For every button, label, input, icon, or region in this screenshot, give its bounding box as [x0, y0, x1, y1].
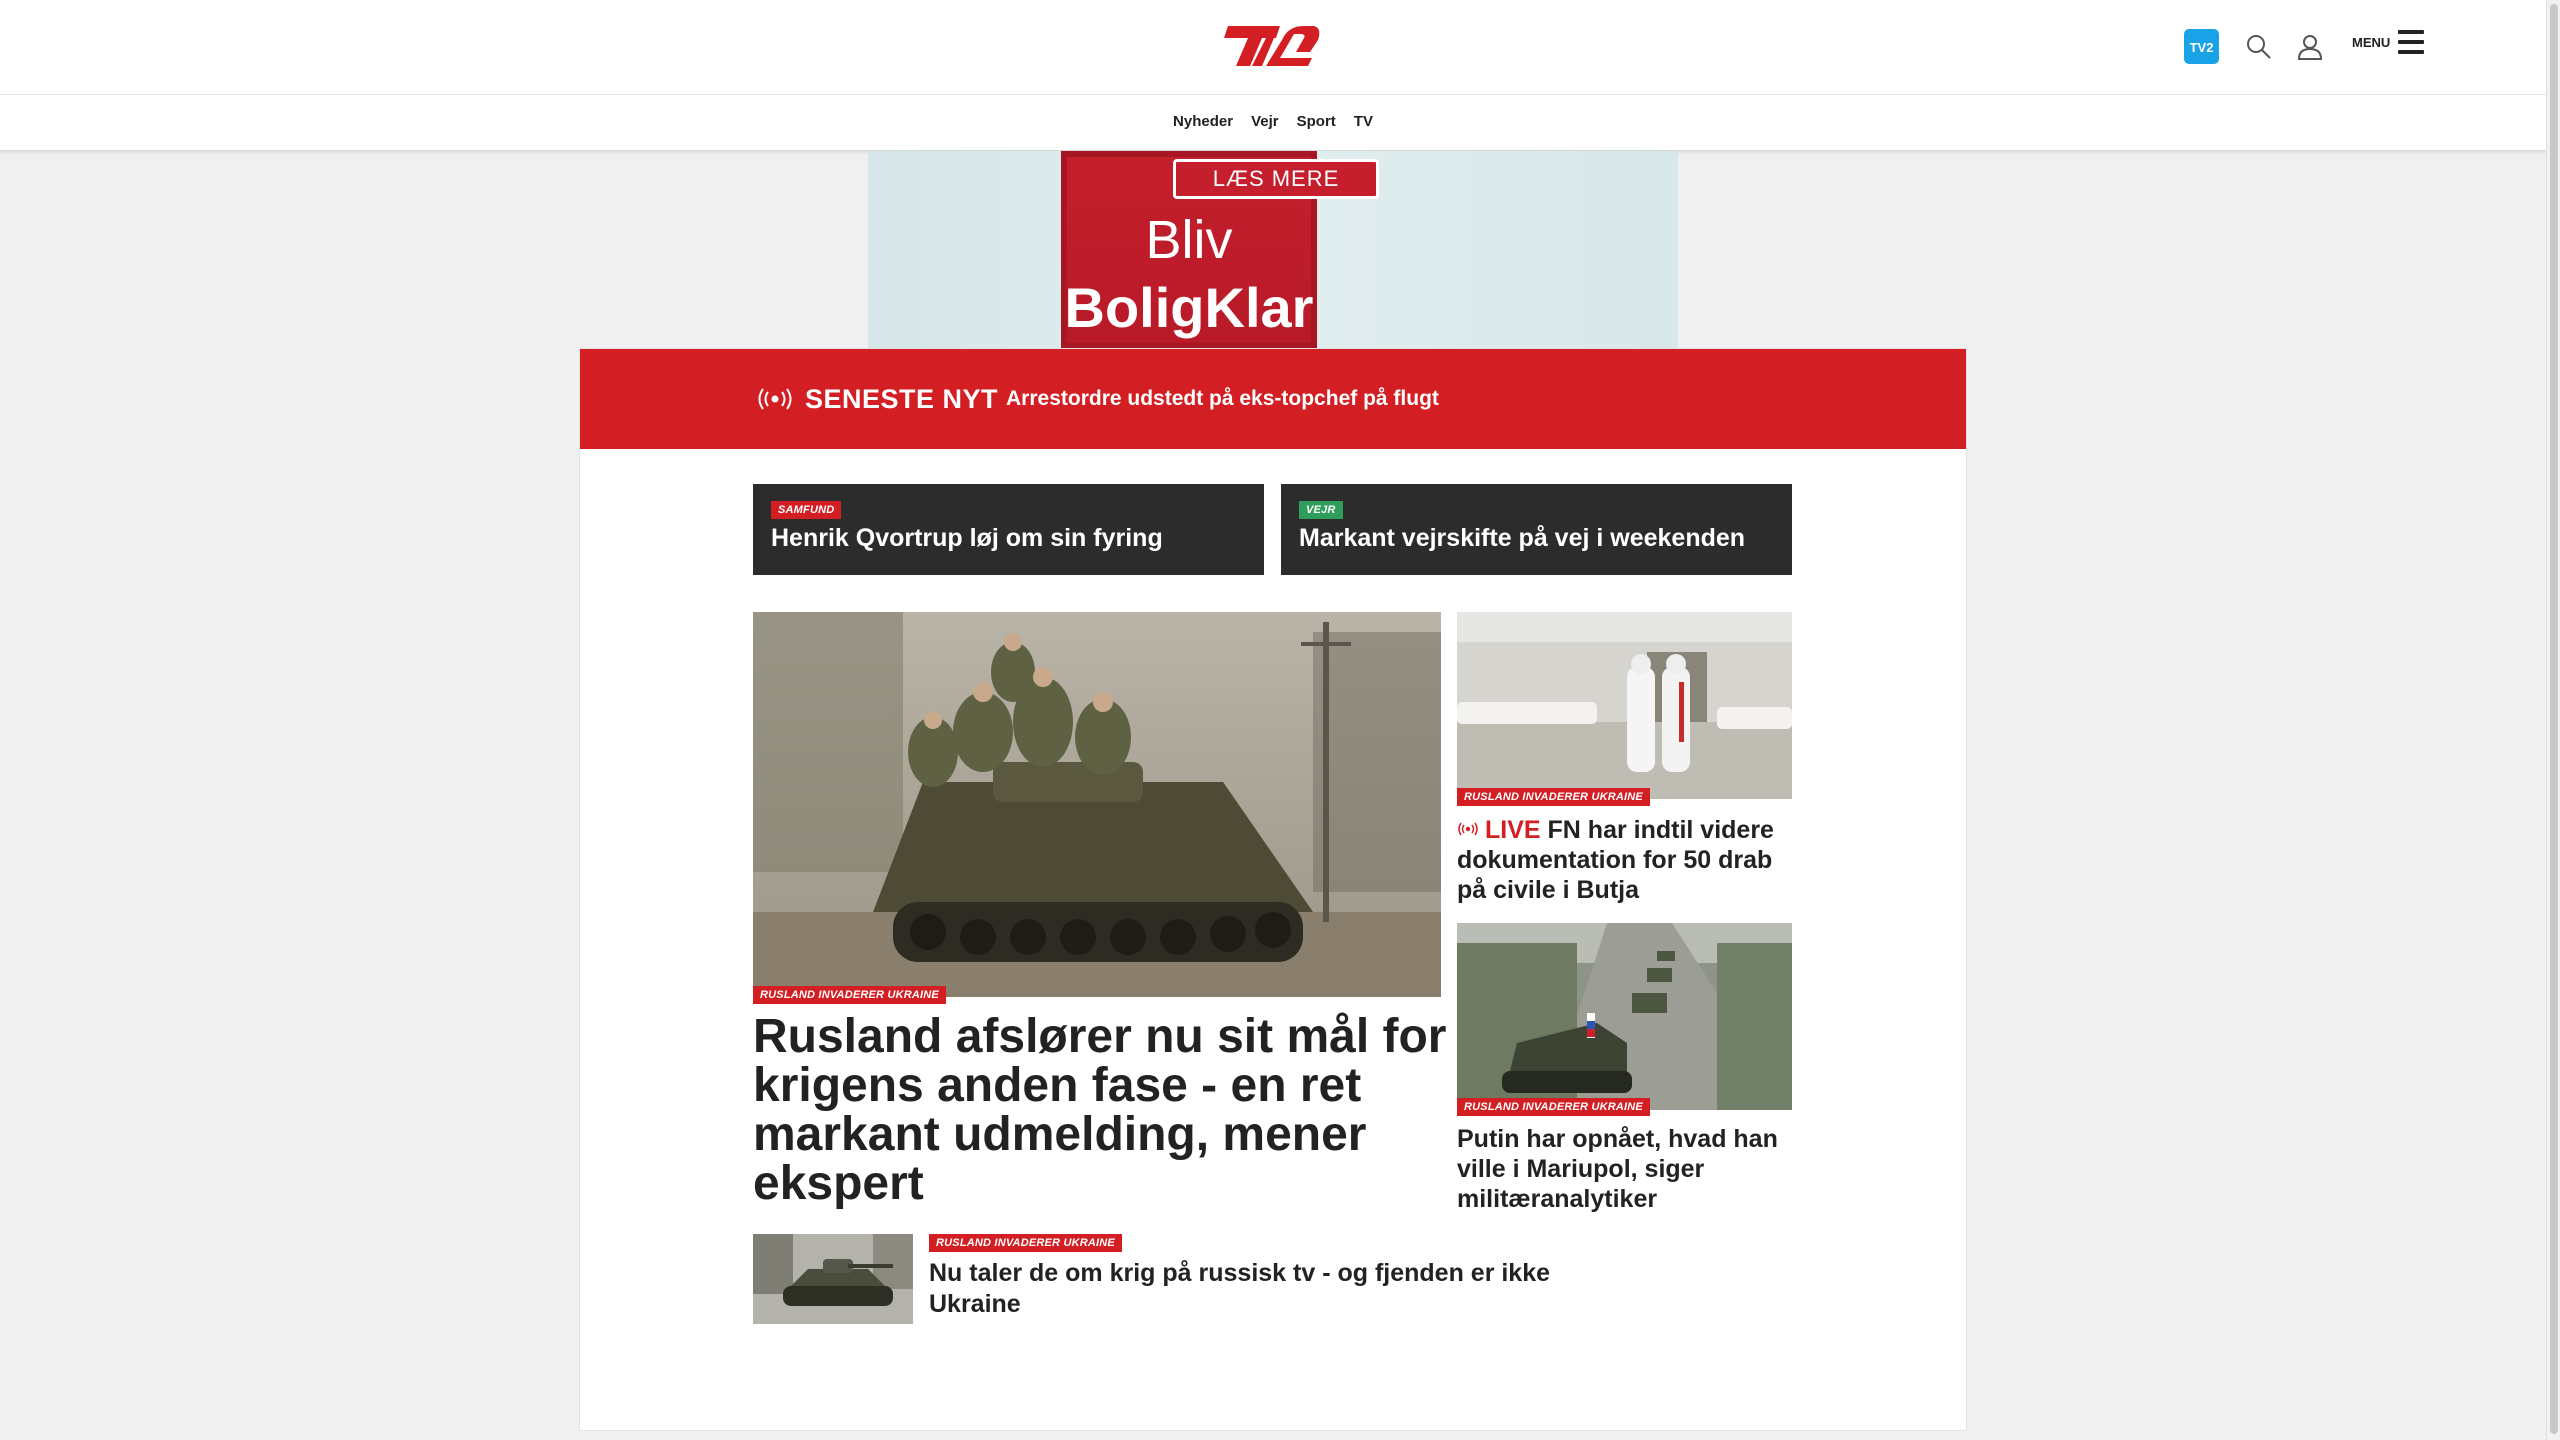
scrollbar[interactable]: [2546, 0, 2560, 1440]
content-card: SENESTE NYT Arrestordre udstedt på eks-t…: [580, 349, 1966, 1430]
menu-button[interactable]: MENU: [2352, 30, 2425, 54]
hamburger-icon: [2398, 30, 2425, 54]
live-label: LIVE: [1485, 816, 1541, 844]
side-story-2-tag: RUSLAND INVADERER UKRAINE: [1457, 1098, 1650, 1116]
breaking-headline[interactable]: Arrestordre udstedt på eks-topchef på fl…: [1006, 387, 1439, 411]
ad-read-more-button[interactable]: LÆS MERE: [1173, 159, 1379, 199]
side-story-2-image[interactable]: [1457, 923, 1792, 1110]
user-icon[interactable]: [2295, 32, 2325, 62]
small-story-headline[interactable]: Nu taler de om krig på russisk tv - og f…: [929, 1258, 1569, 1320]
ad-headline-2: BoligKlar: [1064, 276, 1314, 339]
main-story-tag: RUSLAND INVADERER UKRAINE: [753, 986, 946, 1004]
teaser-strip-samfund[interactable]: SAMFUND Henrik Qvortrup løj om sin fyrin…: [753, 484, 1264, 575]
top-header: TV2 MENU: [0, 0, 2546, 95]
nav-item-nyheder[interactable]: Nyheder: [1173, 113, 1233, 130]
breaking-news-bar[interactable]: SENESTE NYT Arrestordre udstedt på eks-t…: [580, 349, 1966, 449]
search-icon[interactable]: [2244, 32, 2274, 62]
main-story-headline[interactable]: Rusland afslører nu sit mål for krigens …: [753, 1012, 1453, 1208]
breaking-label: SENESTE NYT: [805, 384, 999, 414]
tv2-play-icon[interactable]: TV2: [2184, 29, 2219, 64]
tv2-logo[interactable]: [1222, 20, 1322, 72]
main-story-image[interactable]: [753, 612, 1441, 997]
ad-headline-1: Bliv: [1145, 210, 1233, 270]
category-tag: SAMFUND: [771, 501, 842, 519]
svg-text:TV2: TV2: [2190, 40, 2214, 55]
live-broadcast-icon: [756, 387, 794, 411]
small-story-tag: RUSLAND INVADERER UKRAINE: [929, 1234, 1122, 1252]
live-broadcast-icon: [1457, 813, 1479, 836]
ad-banner[interactable]: LÆS MERE Bliv BoligKlar: [868, 151, 1678, 349]
small-story-image[interactable]: [753, 1234, 913, 1324]
category-tag: VEJR: [1299, 501, 1343, 519]
nav-item-sport[interactable]: Sport: [1297, 113, 1336, 130]
teaser-strip-vejr[interactable]: VEJR Markant vejrskifte på vej i weekend…: [1281, 484, 1792, 575]
scrollbar-thumb[interactable]: [2550, 4, 2558, 1434]
section-nav: Nyheder Vejr Sport TV: [0, 95, 2546, 151]
side-story-2-headline[interactable]: Putin har opnået, hvad han ville i Mariu…: [1457, 1124, 1797, 1214]
menu-label: MENU: [2352, 34, 2391, 50]
side-story-1-tag: RUSLAND INVADERER UKRAINE: [1457, 788, 1650, 806]
nav-item-vejr[interactable]: Vejr: [1251, 113, 1279, 130]
side-story-1-image[interactable]: [1457, 612, 1792, 799]
side-story-1-headline[interactable]: LIVE FN har indtil videre dokumentation …: [1457, 813, 1797, 905]
nav-item-tv[interactable]: TV: [1354, 113, 1373, 130]
teaser-title: Henrik Qvortrup løj om sin fyring: [771, 524, 1163, 552]
teaser-title: Markant vejrskifte på vej i weekenden: [1299, 524, 1746, 552]
